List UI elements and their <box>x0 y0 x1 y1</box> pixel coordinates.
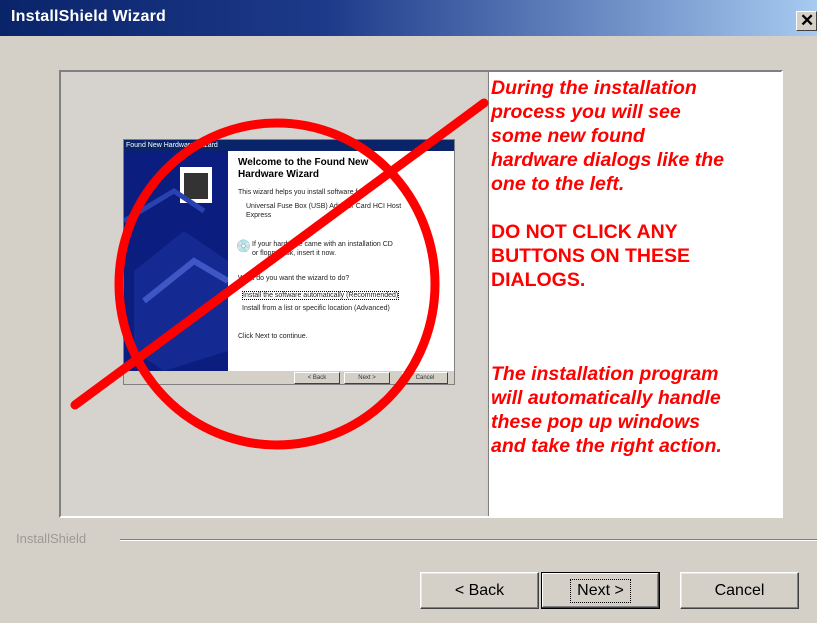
message-line-5: one to the left. <box>491 173 625 195</box>
title-bar: InstallShield Wizard ✕ <box>0 0 817 36</box>
mini-cancel-button: Cancel <box>402 372 448 384</box>
back-button-label: < Back <box>454 581 505 599</box>
message-line-8: DIALOGS. <box>491 269 586 291</box>
message-line-7: BUTTONS ON THESE <box>491 245 690 267</box>
installshield-brand: InstallShield <box>16 531 87 546</box>
wizard-art-graphic <box>122 167 230 371</box>
mini-body-1: This wizard helps you install software f… <box>238 189 366 196</box>
mini-option-list: Install from a list or specific location… <box>242 305 390 312</box>
next-button-label: Next > <box>570 578 631 603</box>
mini-option-auto: Install the software automatically (Reco… <box>242 291 400 300</box>
message-line-9: The installation program <box>491 363 719 385</box>
mini-question: What do you want the wizard to do? <box>238 275 350 282</box>
message-line-3: some new found <box>491 125 645 147</box>
instructions-panel: During the installation process you will… <box>488 72 782 516</box>
mini-dialog-body: Welcome to the Found New Hardware Wizard… <box>228 151 454 371</box>
close-button[interactable]: ✕ <box>796 11 817 31</box>
next-button[interactable]: Next > <box>541 572 660 609</box>
window-title: InstallShield Wizard <box>11 8 166 25</box>
mini-cd-1: If your hardware came with an installati… <box>252 241 393 248</box>
cancel-button[interactable]: Cancel <box>680 572 799 609</box>
mini-heading-2: Hardware Wizard <box>238 169 320 180</box>
mini-dialog-title: Found New Hardware Wizard <box>124 140 454 151</box>
content-panel: Found New Hardware Wizard Welcome to the… <box>59 70 783 518</box>
mini-cd-2: or floppy disk, insert it now. <box>252 250 337 257</box>
message-line-6: DO NOT CLICK ANY <box>491 221 678 243</box>
footer-divider <box>120 539 817 541</box>
cd-icon: 💿 <box>236 239 251 253</box>
message-line-2: process you will see <box>491 101 681 123</box>
mini-body-3: Express <box>246 212 272 219</box>
message-line-10: will automatically handle <box>491 387 721 409</box>
message-line-11: these pop up windows <box>491 411 701 433</box>
mini-dialog-side-graphic <box>122 151 230 371</box>
message-line-1: During the installation <box>491 77 697 99</box>
mini-continue: Click Next to continue. <box>238 333 308 340</box>
close-icon: ✕ <box>800 11 815 30</box>
mini-heading-1: Welcome to the Found New <box>238 157 369 168</box>
mini-body-2: Universal Fuse Box (USB) Adapter Card HC… <box>246 203 402 210</box>
cancel-button-label: Cancel <box>714 581 765 599</box>
illustration-area: Found New Hardware Wizard Welcome to the… <box>61 72 486 516</box>
mini-back-button: < Back <box>294 372 340 384</box>
mini-next-button: Next > <box>344 372 390 384</box>
message-line-4: hardware dialogs like the <box>491 149 724 171</box>
back-button[interactable]: < Back <box>420 572 539 609</box>
found-new-hardware-screenshot: Found New Hardware Wizard Welcome to the… <box>122 139 455 385</box>
message-line-12: and take the right action. <box>491 435 722 457</box>
